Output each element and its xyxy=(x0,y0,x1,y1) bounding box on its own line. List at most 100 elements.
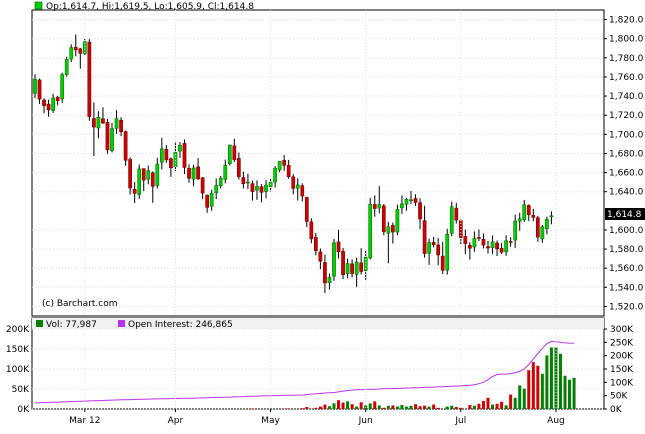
volume-bar xyxy=(445,406,449,409)
price-tick-label: 1,560.0 xyxy=(609,264,644,274)
candle-body xyxy=(314,237,318,252)
volume-bar xyxy=(481,401,485,409)
candle-body xyxy=(517,218,522,222)
candle-body xyxy=(522,204,527,221)
last-price-label: 1,614.8 xyxy=(607,210,642,220)
candle-body xyxy=(264,184,268,192)
price-tick-label: 1,740.0 xyxy=(609,92,644,102)
candle-body xyxy=(60,74,65,100)
volume-left-axis: 200K 150K 100K 50K 0K xyxy=(6,325,30,415)
x-tick-label: Jul xyxy=(454,416,466,426)
candle-body xyxy=(110,128,114,152)
candle-body xyxy=(477,237,481,239)
volume-bar xyxy=(518,385,522,409)
candle-body xyxy=(214,185,219,193)
candle-body xyxy=(368,203,373,259)
oi-tick-label: 250K xyxy=(610,338,634,348)
candle-body xyxy=(132,189,137,194)
oi-tick-label: 200K xyxy=(610,352,634,362)
candle-body xyxy=(223,165,228,180)
volume-bar xyxy=(250,408,254,410)
volume-bar xyxy=(563,375,567,409)
candle-body xyxy=(209,193,214,207)
candle-body xyxy=(341,251,345,276)
candle-body xyxy=(155,163,160,186)
volume-bar xyxy=(373,401,377,409)
price-tick-label: 1,820.0 xyxy=(609,16,644,26)
candle xyxy=(64,56,69,77)
volume-bar xyxy=(531,362,535,409)
candle-body xyxy=(64,59,69,75)
candle-body xyxy=(535,217,540,238)
candle-body xyxy=(73,46,78,51)
candle-body xyxy=(241,177,246,185)
volume-bar xyxy=(477,403,481,409)
candle-body xyxy=(359,262,364,272)
volume-tick-label: 100K xyxy=(6,365,30,375)
volume-bar xyxy=(337,400,341,409)
candle-body xyxy=(354,261,359,275)
volume-bar xyxy=(382,407,386,409)
candle-body xyxy=(323,262,327,284)
candle-body xyxy=(164,148,169,161)
candle-body xyxy=(187,168,191,179)
candle xyxy=(105,119,110,154)
volume-bar xyxy=(395,406,399,409)
candle xyxy=(60,72,65,103)
price-legend: Op:1,614.7, Hi:1,619.5, Lo:1,605.9, Cl:1… xyxy=(46,2,254,12)
candle-body xyxy=(114,118,119,129)
candle-body xyxy=(404,199,409,205)
candle-body xyxy=(92,118,96,128)
volume-bar xyxy=(549,347,553,409)
candle-body xyxy=(386,226,391,234)
volume-bar xyxy=(350,404,354,409)
candle xyxy=(123,130,128,166)
candle-body xyxy=(463,236,468,244)
price-tick-label: 1,760.0 xyxy=(609,73,644,83)
candle-body xyxy=(51,97,55,111)
volume-bar xyxy=(545,355,549,409)
volume-bar xyxy=(318,406,322,409)
candle-body xyxy=(169,158,173,169)
candle xyxy=(395,204,400,236)
candle-body xyxy=(33,78,37,94)
candle-body xyxy=(277,161,282,171)
candle-body xyxy=(159,148,164,163)
volume-bar xyxy=(427,406,431,409)
candle-body xyxy=(472,237,477,248)
volume-bar xyxy=(327,406,331,409)
candle-body xyxy=(232,145,237,160)
candle-body xyxy=(295,184,300,189)
watermark: (c) Barchart.com xyxy=(42,299,118,309)
candle-body xyxy=(42,99,46,106)
candle-body xyxy=(486,246,490,249)
volume-bar xyxy=(359,402,363,409)
candle xyxy=(368,197,373,260)
candle-body xyxy=(237,158,241,177)
volume-bar xyxy=(540,373,544,409)
volume-bar xyxy=(305,407,309,409)
x-tick-label: May xyxy=(261,416,280,426)
oi-tick-label: 100K xyxy=(610,378,634,388)
candle-body xyxy=(55,96,60,102)
volume-bar xyxy=(314,407,318,409)
candle-body xyxy=(391,225,395,233)
candle xyxy=(445,228,450,275)
candle-body xyxy=(309,221,314,240)
volume-panel: 200K 150K 100K 50K 0K 300K 250K 200K 150K 100K 50… xyxy=(6,317,634,415)
volume-bar xyxy=(527,370,531,409)
candle-body xyxy=(468,245,472,249)
volume-bar xyxy=(486,397,490,409)
candle-body xyxy=(182,143,187,168)
candle-body xyxy=(336,241,341,253)
candle xyxy=(341,248,345,280)
x-tick-label: Mar 12 xyxy=(69,416,100,426)
volume-tick-label: 150K xyxy=(6,345,30,355)
candle xyxy=(381,203,386,236)
price-tick-label: 1,720.0 xyxy=(609,111,644,121)
oi-tick-label: 0K xyxy=(610,405,623,415)
volume-bar xyxy=(572,377,576,409)
volume-legend: Vol: 77,987 xyxy=(46,320,97,330)
price-plot-area xyxy=(31,9,605,317)
candle-body xyxy=(227,144,232,164)
